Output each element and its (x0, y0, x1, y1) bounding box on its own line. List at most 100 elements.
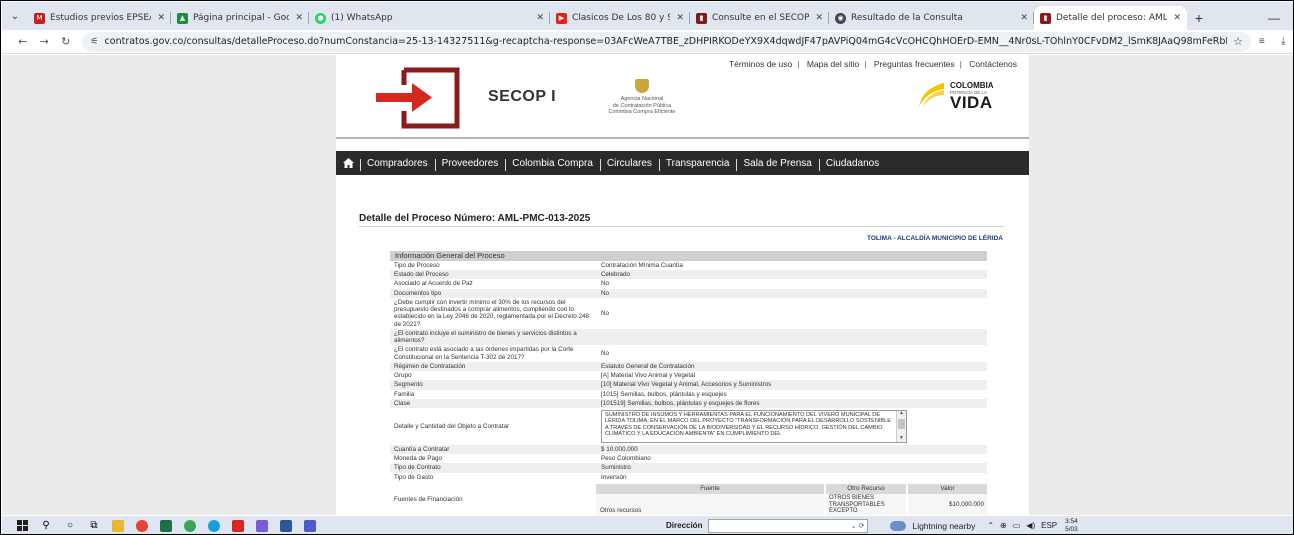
excel-icon[interactable] (154, 516, 178, 534)
textarea-scrollbar[interactable]: ▲ ▼ (896, 410, 906, 442)
close-icon[interactable]: ✕ (536, 13, 544, 23)
menu-proveedores[interactable]: Proveedores (434, 158, 506, 171)
chrome-profile-icon[interactable] (178, 516, 202, 534)
tab-google-drive[interactable]: ▲ Página principal - Google Drive ✕ (171, 6, 309, 30)
acrobat-icon[interactable] (226, 516, 250, 534)
menu-transparencia[interactable]: Transparencia (658, 158, 737, 171)
link-contactenos[interactable]: Contáctenos (969, 59, 1017, 69)
tab-title: Resultado de la Consulta (851, 13, 963, 23)
table-row: Tipo de Contrato Suministro (390, 463, 987, 473)
menu-circulares[interactable]: Circulares (599, 158, 659, 171)
menu-colombia-compra[interactable]: Colombia Compra (505, 158, 600, 171)
title-divider (359, 226, 1004, 227)
row-label: Régimen de Contratación (394, 362, 466, 370)
volume-icon[interactable]: ◀) (1026, 521, 1035, 530)
search-icon[interactable]: ⚲ (34, 516, 58, 534)
chevron-up-icon[interactable]: ⌃ (987, 521, 994, 530)
tab-secop-consulte[interactable]: ▮ Consulte en el SECOP I | Colom ✕ (690, 6, 829, 30)
address-toolbar-input[interactable]: ⌄ ⟳ (708, 518, 869, 533)
paint-icon[interactable] (250, 516, 274, 534)
forward-arrow-icon[interactable]: → (33, 31, 54, 53)
language-indicator[interactable]: ESP (1041, 521, 1057, 530)
row-value: [101519] Semillas, bulbos, plántulas y e… (601, 399, 760, 407)
entity-name: TOLIMA - ALCALDÍA MUNICIPIO DE LÉRIDA (866, 235, 1003, 242)
tab-whatsapp[interactable]: ● (1) WhatsApp ✕ (309, 6, 550, 30)
tab-title: Detalle del proceso: AML-PMC (1056, 13, 1168, 23)
row-label: Cuantía a Contratar (394, 445, 450, 453)
tab-resultado-consulta[interactable]: ◉ Resultado de la Consulta ✕ (829, 6, 1034, 30)
chevron-down-icon[interactable]: ⌄ (851, 522, 857, 530)
download-icon[interactable]: ⤓ (1273, 31, 1294, 53)
windows-start-icon[interactable] (10, 516, 34, 534)
row-value: [1015] Semillas, bulbos, plántulas y esq… (601, 390, 727, 398)
browser-toolbar: ← → ↻ ⚟ contratos.gov.co/consultas/detal… (2, 30, 1294, 54)
tab-title: Clasicos De Los 80 y 90 - Le (572, 13, 670, 23)
close-icon[interactable]: ✕ (676, 13, 684, 23)
address-url: contratos.gov.co/consultas/detalleProces… (104, 36, 1228, 47)
link-preguntas[interactable]: Preguntas frecuentes (874, 59, 955, 69)
task-view-icon[interactable]: ⧉ (82, 516, 106, 534)
chrome-icon[interactable] (130, 516, 154, 534)
reload-icon[interactable]: ↻ (55, 31, 76, 53)
network-icon[interactable]: ⊕ (1000, 521, 1007, 530)
menu-sala-prensa[interactable]: Sala de Prensa (736, 158, 818, 171)
go-icon[interactable]: ⟳ (859, 522, 865, 530)
agency-line: de Contratación Pública (612, 102, 672, 109)
edge-icon[interactable] (202, 516, 226, 534)
scroll-up-icon[interactable]: ▲ (899, 411, 904, 417)
close-icon[interactable]: ✕ (157, 13, 165, 23)
agency-line: Colombia Compra Eficiente (608, 109, 676, 116)
site-info-icon[interactable]: ⚟ (90, 37, 98, 47)
row-label: Moneda de Pago (394, 455, 442, 463)
brand-swoosh-icon (919, 83, 944, 107)
cell-otro-recurso: OTROS BIENES TRANSPORTABLES EXCEPTO (824, 493, 906, 515)
minimize-icon[interactable]: — (1254, 6, 1293, 30)
secop-arrow-logo[interactable] (374, 67, 460, 129)
tab-search-icon[interactable]: ≡ (1251, 31, 1272, 53)
link-mapa-sitio[interactable]: Mapa del sitio (807, 59, 859, 69)
menu-ciudadanos[interactable]: Ciudadanos (818, 158, 886, 171)
cell-fuente: Otros recursos (600, 506, 642, 514)
tab-detalle-proceso[interactable]: ▮ Detalle del proceso: AML-PMC ✕ (1034, 6, 1187, 30)
scroll-down-icon[interactable]: ▼ (899, 435, 904, 442)
link-terminos[interactable]: Términos de uso (729, 59, 792, 69)
youtube-icon: ▶ (556, 12, 567, 24)
address-bar[interactable]: ⚟ contratos.gov.co/consultas/detalleProc… (82, 31, 1252, 52)
close-icon[interactable]: ✕ (1020, 13, 1028, 23)
row-label: ¿El contrato incluye el suministro de bi… (394, 329, 577, 345)
bookmark-star-icon[interactable]: ☆ (1233, 35, 1243, 48)
clock-time: 3:54 (1065, 518, 1078, 526)
battery-icon[interactable]: ▭ (1013, 521, 1021, 530)
home-icon[interactable] (336, 151, 360, 175)
word-icon[interactable] (274, 516, 298, 534)
scroll-thumb[interactable] (898, 418, 905, 429)
row-label: Grupo (394, 372, 412, 380)
table-row: ¿El contrato incluye el suministro de bi… (390, 328, 987, 346)
table-row: ¿Debe cumplir con invertir mínimo el 30%… (390, 298, 987, 329)
tab-youtube[interactable]: ▶ Clasicos De Los 80 y 90 - Le ✕ (550, 6, 690, 30)
secop-icon: ▮ (696, 12, 707, 24)
table-row: Estado del Proceso Celebrado (390, 270, 987, 280)
row-value: No (601, 349, 610, 357)
teams-icon[interactable] (298, 516, 322, 534)
table-row: Moneda de Pago Peso Colombiano (390, 454, 987, 464)
menu-compradores[interactable]: Compradores (360, 158, 435, 171)
detalle-textarea[interactable]: SUMINISTRO DE INSUMOS Y HERRAMIENTAS PAR… (601, 409, 907, 443)
row-label: Estado del Proceso (394, 271, 449, 279)
close-icon[interactable]: ✕ (1173, 13, 1181, 23)
close-icon[interactable]: ✕ (295, 13, 303, 23)
whatsapp-icon: ● (315, 12, 326, 24)
close-icon[interactable]: ✕ (815, 13, 823, 23)
page-background-right (1029, 55, 1293, 515)
back-arrow-icon[interactable]: ← (12, 31, 33, 53)
file-explorer-icon[interactable] (106, 516, 130, 534)
new-tab-plus-icon[interactable]: + (1187, 6, 1211, 30)
cortana-icon[interactable]: ○ (58, 516, 82, 534)
tab-estudios-previos[interactable]: M Estudios previos EPSEA - agropec ✕ (28, 6, 171, 30)
address-toolbar-label: Dirección (666, 521, 703, 530)
weather-widget[interactable]: Lightning nearby (890, 520, 975, 531)
row-label: Fuentes de Financiación (394, 496, 463, 504)
main-menu: Compradores Proveedores Colombia Compra … (336, 151, 1029, 175)
clock[interactable]: 3:54 5/03 (1065, 518, 1078, 532)
tab-search-icon[interactable]: ⌄ (2, 2, 28, 30)
